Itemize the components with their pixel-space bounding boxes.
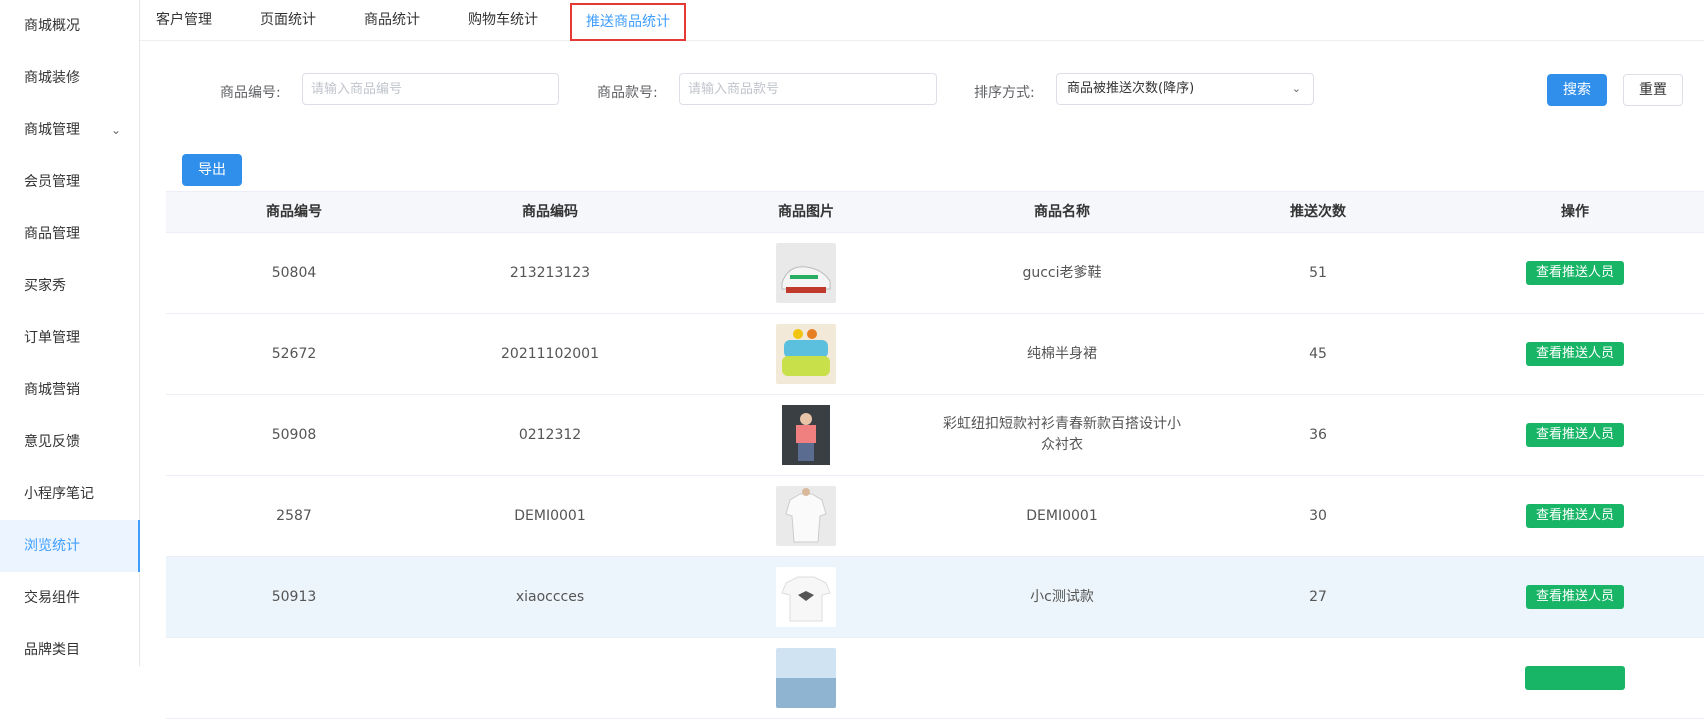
cell-product-code: 20211102001 [501,345,599,362]
cell-product-name: 纯棉半身裙 [1027,345,1097,362]
table-row [166,638,1704,719]
cell-product-no: 50804 [271,264,317,281]
view-pushed-users-button[interactable]: 查看推送人员 [1525,585,1624,609]
sidebar-item-label: 商城管理 [24,122,80,138]
product-thumbnail[interactable] [776,486,836,546]
cell-action: 查看推送人员 [1446,314,1704,394]
sort-select-value: 商品被推送次数(降序) [1067,81,1195,96]
cell-product-image [678,395,934,475]
tab-push-product-statistics[interactable]: 推送商品统计 [570,3,686,41]
table-row: 52672 20211102001 纯棉半身裙 45 查看推送人员 [166,314,1704,395]
tab-cart-statistics[interactable]: 购物车统计 [468,0,538,40]
sidebar-item-order-management[interactable]: 订单管理 [0,312,139,364]
search-button[interactable]: 搜索 [1547,74,1607,106]
cell-push-count: 45 [1309,345,1327,362]
view-pushed-users-button[interactable]: 查看推送人员 [1525,423,1624,447]
tab-page-statistics[interactable]: 页面统计 [260,0,316,40]
sidebar-item-brand-category[interactable]: 品牌类目 [0,624,139,676]
tab-customer-management[interactable]: 客户管理 [156,0,212,40]
product-thumbnail[interactable] [776,324,836,384]
cell-product-image [678,638,934,718]
header-product-image: 商品图片 [778,204,834,220]
header-product-no: 商品编号 [266,204,322,220]
product-no-label: 商品编号: [220,85,281,101]
cell-action [1446,638,1704,718]
style-no-label: 商品款号: [597,85,658,101]
cell-product-code: DEMI0001 [514,507,586,524]
cell-product-no: 2587 [276,507,312,524]
cell-push-count: 51 [1309,264,1327,281]
cell-action: 查看推送人员 [1446,557,1704,637]
push-product-table: 商品编号 商品编码 商品图片 商品名称 推送次数 操作 50804 213213… [166,191,1704,719]
product-thumbnail[interactable] [776,567,836,627]
cell-push-count: 30 [1309,507,1327,524]
product-name-text: 彩虹纽扣短款衬衫青春新款百搭设计小众衬衣 [943,416,1181,453]
cell-push-count: 36 [1309,426,1327,443]
table-row: 50908 0212312 彩虹纽扣短款衬衫青春新款百搭设计小众衬衣 36 查看… [166,395,1704,476]
cell-product-image [678,476,934,556]
sort-select[interactable]: 商品被推送次数(降序) ⌄ [1056,73,1314,105]
chevron-down-icon: ⌄ [110,123,121,137]
sidebar-item-browse-statistics[interactable]: 浏览统计 [0,520,140,572]
product-thumbnail[interactable] [776,405,836,465]
cell-product-name: DEMI0001 [1026,507,1098,524]
tab-bar: 客户管理 页面统计 商品统计 购物车统计 推送商品统计 [140,0,1704,41]
sidebar-item-feedback[interactable]: 意见反馈 [0,416,139,468]
table-row: 50804 213213123 gucci老爹鞋 51 查看推送人员 [166,233,1704,314]
cell-product-image [678,314,934,394]
header-push-count: 推送次数 [1290,204,1346,220]
cell-product-name: gucci老爹鞋 [1022,264,1102,281]
product-thumbnail[interactable] [776,648,836,708]
cell-product-no: 52672 [271,345,317,362]
cell-product-code: 213213123 [509,264,591,281]
cell-push-count: 27 [1309,588,1327,605]
style-no-input[interactable] [679,73,937,105]
cell-product-code: xiaoccces [515,588,585,605]
reset-button[interactable]: 重置 [1623,74,1683,106]
table-header: 商品编号 商品编码 商品图片 商品名称 推送次数 操作 [166,191,1704,233]
product-no-input[interactable] [302,73,559,105]
sidebar-item-mall-management[interactable]: 商城管理 ⌄ [0,104,139,156]
cell-product-no: 50913 [271,588,317,605]
chevron-down-icon: ⌄ [1291,82,1301,95]
tab-product-statistics[interactable]: 商品统计 [364,0,420,40]
sidebar-item-member-management[interactable]: 会员管理 [0,156,139,208]
cell-product-image [678,233,934,313]
product-thumbnail[interactable] [776,243,836,303]
sidebar-item-mall-decoration[interactable]: 商城装修 [0,52,139,104]
cell-action: 查看推送人员 [1446,233,1704,313]
cell-action: 查看推送人员 [1446,395,1704,475]
sort-label: 排序方式: [974,85,1035,101]
header-product-code: 商品编码 [522,204,578,220]
cell-product-code: 0212312 [518,426,582,443]
sidebar-item-mini-program-notes[interactable]: 小程序笔记 [0,468,139,520]
sidebar-item-trade-component[interactable]: 交易组件 [0,572,139,624]
sidebar-item-product-management[interactable]: 商品管理 [0,208,139,260]
table-row: 50913 xiaoccces 小c测试款 27 查看推送人员 [166,557,1704,638]
sidebar-item-buyer-show[interactable]: 买家秀 [0,260,139,312]
cell-product-name: 彩虹纽扣短款衬衫青春新款百搭设计小众衬衣 [934,395,1190,475]
sidebar-nav: 商城概况 商城装修 商城管理 ⌄ 会员管理 商品管理 买家秀 订单管理 商城营销… [0,0,140,666]
sidebar-item-mall-marketing[interactable]: 商城营销 [0,364,139,416]
view-pushed-users-button[interactable]: 查看推送人员 [1525,261,1624,285]
cell-product-name: 小c测试款 [1030,588,1094,605]
cell-product-no: 50908 [271,426,317,443]
view-pushed-users-button[interactable] [1525,666,1625,690]
table-row: 2587 DEMI0001 DEMI0001 30 查看推送人员 [166,476,1704,557]
sidebar-item-mall-overview[interactable]: 商城概况 [0,0,139,52]
header-product-name: 商品名称 [1034,204,1090,220]
header-action: 操作 [1561,204,1589,220]
export-button[interactable]: 导出 [182,154,242,186]
view-pushed-users-button[interactable]: 查看推送人员 [1525,504,1624,528]
cell-product-image [678,557,934,637]
view-pushed-users-button[interactable]: 查看推送人员 [1525,342,1624,366]
cell-action: 查看推送人员 [1446,476,1704,556]
